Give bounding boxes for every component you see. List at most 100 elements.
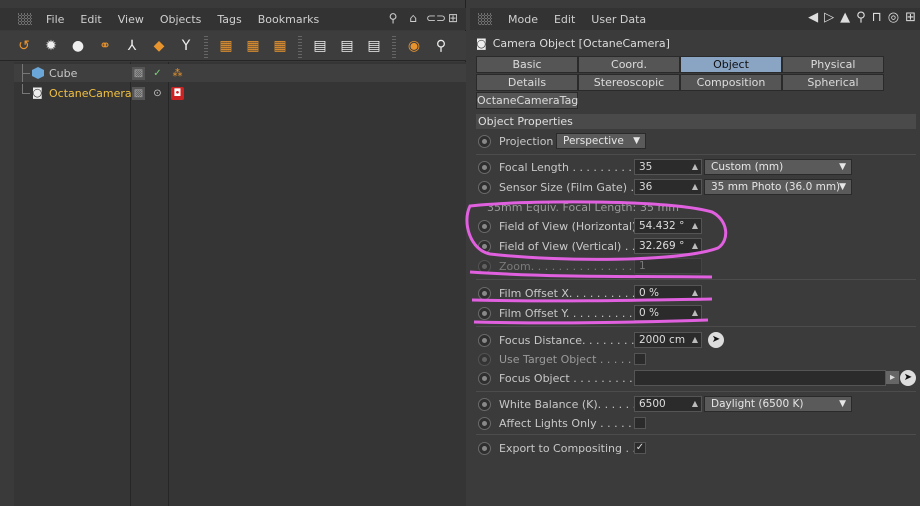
y-tool-icon[interactable]: Y <box>174 34 198 58</box>
sensor-size-label: Sensor Size (Film Gate) . . <box>499 180 642 194</box>
tab-spherical[interactable]: Spherical <box>782 74 884 91</box>
table-row[interactable]: Cube ▨ ✓ ⁂ <box>14 64 466 82</box>
hierarchy-icon[interactable]: ⚭ <box>93 34 117 58</box>
layer-icon[interactable]: ▨ <box>132 86 145 100</box>
target-dot-icon[interactable]: ⊙ <box>151 87 164 100</box>
tab-stereoscopic[interactable]: Stereoscopic <box>578 74 680 91</box>
new-panel-icon[interactable]: ⊞ <box>905 10 916 25</box>
table-check-icon[interactable]: ▦ <box>241 34 265 58</box>
pick-arrow-icon[interactable]: ➤ <box>708 332 724 348</box>
animate-radio-icon[interactable] <box>478 397 491 411</box>
lock-icon[interactable]: ⊓ <box>872 10 882 25</box>
tab-basic[interactable]: Basic <box>476 56 578 73</box>
menu-tags[interactable]: Tags <box>209 13 249 26</box>
search-icon[interactable]: ⚲ <box>856 10 866 25</box>
visibility-check-icon[interactable]: ✓ <box>151 67 164 80</box>
tab-coord[interactable]: Coord. <box>578 56 680 73</box>
animate-radio-icon[interactable] <box>478 219 491 233</box>
affect-lights-checkbox[interactable] <box>634 417 646 429</box>
clapper-cross-icon[interactable]: ▤ <box>362 34 386 58</box>
clapper-check-icon[interactable]: ▤ <box>335 34 359 58</box>
object-name[interactable]: OctaneCamera <box>49 87 132 100</box>
stepper-icon[interactable]: ▲ <box>692 219 698 233</box>
table-row[interactable]: ◙ OctaneCamera ▨ ⊙ ◘ <box>14 84 466 102</box>
play-icon[interactable]: ▸ <box>886 371 899 384</box>
tab-physical[interactable]: Physical <box>782 56 884 73</box>
animate-radio-icon[interactable] <box>478 286 491 300</box>
stepper-icon[interactable]: ▲ <box>692 180 698 194</box>
panel-grip-icon[interactable] <box>18 13 32 25</box>
material-tag-icon[interactable]: ⁂ <box>171 67 184 80</box>
focus-object-link-field[interactable] <box>634 370 886 386</box>
white-balance-preset-dropdown[interactable]: Daylight (6500 K) ▼ <box>704 396 852 412</box>
menu-bookmarks[interactable]: Bookmarks <box>250 13 327 26</box>
table-icon[interactable]: ▦ <box>214 34 238 58</box>
export-compositing-checkbox[interactable]: ✓ <box>634 442 646 454</box>
animate-radio-icon[interactable] <box>478 160 491 174</box>
divider <box>476 434 916 435</box>
target-icon[interactable]: ◎ <box>888 10 899 25</box>
tab-composition[interactable]: Composition <box>680 74 782 91</box>
menu-objects[interactable]: Objects <box>152 13 210 26</box>
animate-radio-icon[interactable] <box>478 239 491 253</box>
panel-grip-icon[interactable] <box>478 13 492 25</box>
animate-radio-icon[interactable] <box>478 371 491 385</box>
animate-radio-icon[interactable] <box>478 416 491 430</box>
white-balance-preset-value: Daylight (6500 K) <box>711 398 804 410</box>
clapper-icon[interactable]: ▤ <box>308 34 332 58</box>
menu-mode[interactable]: Mode <box>500 13 546 26</box>
animate-radio-icon[interactable] <box>478 180 491 194</box>
animate-radio-icon[interactable] <box>478 134 491 148</box>
sensor-size-input[interactable]: 36 ▲ <box>634 179 702 195</box>
octane-camera-tag-icon[interactable]: ◘ <box>171 86 184 100</box>
search-icon[interactable]: ⚲ <box>386 11 400 25</box>
home-icon[interactable]: ⌂ <box>406 11 420 25</box>
menu-edit[interactable]: Edit <box>72 13 109 26</box>
stepper-icon[interactable]: ▲ <box>692 286 698 300</box>
use-target-checkbox[interactable] <box>634 353 646 365</box>
search-user-icon[interactable]: ⚲ <box>429 34 453 58</box>
animate-radio-icon[interactable] <box>478 306 491 320</box>
stepper-icon[interactable]: ▲ <box>692 397 698 411</box>
layer-icon[interactable]: ▨ <box>132 66 145 80</box>
film-offset-y-input[interactable]: 0 % ▲ <box>634 305 702 321</box>
fov-horizontal-value: 54.432 ° <box>639 220 685 232</box>
object-name[interactable]: Cube <box>49 67 77 80</box>
sensor-size-preset-dropdown[interactable]: 35 mm Photo (36.0 mm) ▼ <box>704 179 852 195</box>
menu-user-data[interactable]: User Data <box>583 13 654 26</box>
tab-details[interactable]: Details <box>476 74 578 91</box>
table-cross-icon[interactable]: ▦ <box>268 34 292 58</box>
forward-arrow-icon[interactable]: ▷ <box>824 10 834 25</box>
user-icon[interactable]: ● <box>66 34 90 58</box>
focal-length-input[interactable]: 35 ▲ <box>634 159 702 175</box>
focal-length-preset-dropdown[interactable]: Custom (mm) ▼ <box>704 159 852 175</box>
white-balance-input[interactable]: 6500 ▲ <box>634 396 702 412</box>
new-panel-icon[interactable]: ⊞ <box>446 11 460 25</box>
menu-edit[interactable]: Edit <box>546 13 583 26</box>
animate-radio-icon[interactable] <box>478 333 491 347</box>
film-offset-x-input[interactable]: 0 % ▲ <box>634 285 702 301</box>
back-arrow-icon[interactable]: ◀ <box>808 10 818 25</box>
tab-object[interactable]: Object <box>680 56 782 73</box>
projection-dropdown[interactable]: Perspective ▼ <box>556 133 646 149</box>
tab-octane-camera-tag[interactable]: OctaneCameraTag <box>476 92 578 109</box>
stepper-icon[interactable]: ▲ <box>692 333 698 347</box>
animate-radio-icon[interactable] <box>478 441 491 455</box>
stepper-icon[interactable]: ▲ <box>692 160 698 174</box>
focus-distance-input[interactable]: 2000 cm ▲ <box>634 332 702 348</box>
menu-view[interactable]: View <box>110 13 152 26</box>
joint-icon[interactable]: ⅄ <box>120 34 144 58</box>
stepper-icon[interactable]: ▲ <box>692 239 698 253</box>
spline-tool-icon[interactable]: ↺ <box>12 34 36 58</box>
menu-file[interactable]: File <box>38 13 72 26</box>
fov-vertical-input[interactable]: 32.269 ° ▲ <box>634 238 702 254</box>
focus-distance-row: Focus Distance. . . . . . . . . 2000 cm ▲… <box>476 330 916 350</box>
fov-horizontal-input[interactable]: 54.432 ° ▲ <box>634 218 702 234</box>
up-arrow-icon[interactable]: ▲ <box>840 10 850 25</box>
stepper-icon[interactable]: ▲ <box>692 306 698 320</box>
cube-tool-icon[interactable]: ◆ <box>147 34 171 58</box>
pick-arrow-icon[interactable]: ➤ <box>900 370 916 386</box>
gear-burst-icon[interactable]: ✹ <box>39 34 63 58</box>
link-icon[interactable]: ⊂⊃ <box>426 11 446 25</box>
eye-icon[interactable]: ◉ <box>402 34 426 58</box>
